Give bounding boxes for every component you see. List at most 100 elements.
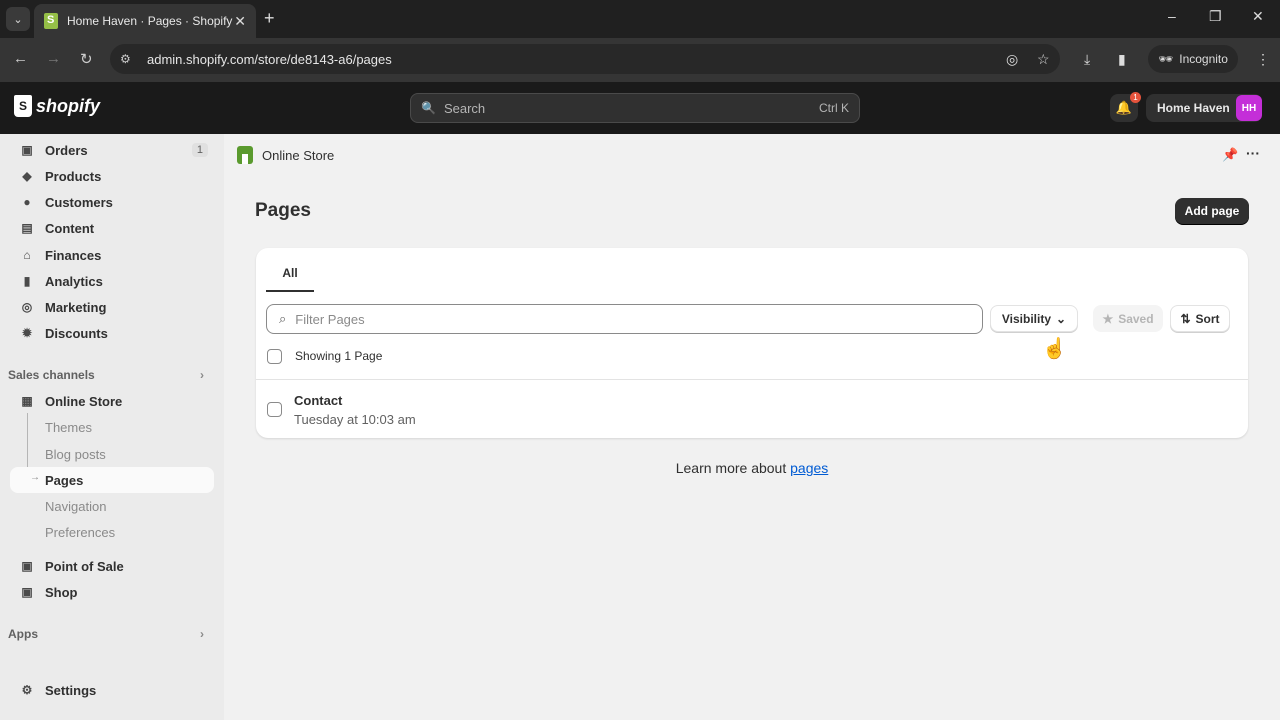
add-page-button[interactable]: Add page bbox=[1175, 198, 1249, 224]
sort-label: Sort bbox=[1195, 311, 1220, 326]
search-icon: 🔍 bbox=[421, 101, 436, 115]
sidebar-item-point-of-sale[interactable]: ▣ Point of Sale bbox=[10, 553, 214, 579]
search-icon: ⌕ bbox=[279, 311, 287, 326]
browser-tab-bar: ⌄ Home Haven · Pages · Shopify ✕ + – ❐ ✕ bbox=[0, 0, 1280, 38]
new-tab-button[interactable]: + bbox=[264, 8, 275, 29]
sidebar-item-label: Online Store bbox=[45, 393, 123, 409]
bookmark-star-icon[interactable]: ☆ bbox=[1037, 51, 1050, 68]
chevron-right-icon: › bbox=[200, 627, 204, 641]
breadcrumb-label: Online Store bbox=[262, 147, 335, 163]
visibility-filter-button[interactable]: Visibility ⌄ bbox=[990, 305, 1078, 332]
tab-title: Home Haven · Pages · Shopify bbox=[67, 14, 233, 28]
sidebar-item-online-store[interactable]: ▦ Online Store bbox=[10, 388, 214, 414]
sidebar-item-finances[interactable]: ⌂ Finances bbox=[10, 242, 214, 268]
url-text[interactable]: admin.shopify.com/store/de8143-a6/pages bbox=[147, 52, 392, 67]
side-panel-icon[interactable]: ▮ bbox=[1118, 51, 1126, 68]
filter-pages-input[interactable]: ⌕ bbox=[266, 304, 983, 334]
sort-button[interactable]: ⇅ Sort bbox=[1170, 305, 1230, 332]
sidebar-item-label: Products bbox=[45, 168, 102, 184]
search-shortcut: Ctrl K bbox=[819, 101, 849, 115]
sidebar-item-orders[interactable]: ▣ Orders 1 bbox=[10, 137, 214, 163]
sidebar-subitem-themes[interactable]: Themes bbox=[10, 414, 214, 440]
admin-search[interactable]: 🔍 Search Ctrl K bbox=[410, 93, 860, 123]
sidebar-item-settings[interactable]: ⚙ Settings bbox=[10, 677, 214, 703]
learn-more-link[interactable]: pages bbox=[790, 460, 828, 476]
sidebar-item-label: Analytics bbox=[45, 273, 103, 289]
sales-channels-header[interactable]: Sales channels › bbox=[8, 368, 212, 382]
tab-close-icon[interactable]: ✕ bbox=[234, 13, 246, 30]
site-settings-icon[interactable]: ⚙ bbox=[120, 52, 131, 66]
person-icon: ● bbox=[23, 195, 31, 209]
sidebar-item-analytics[interactable]: ▮ Analytics bbox=[10, 268, 214, 294]
download-icon[interactable]: ⤓ bbox=[1084, 51, 1090, 68]
target-icon: ◎ bbox=[21, 300, 33, 314]
back-icon[interactable]: ← bbox=[13, 50, 28, 67]
hand-cursor-icon: ☝ bbox=[1042, 338, 1067, 360]
sidebar-item-shop[interactable]: ▣ Shop bbox=[10, 579, 214, 605]
learn-more-text: Learn more about bbox=[675, 460, 791, 476]
saved-view-button[interactable]: ★ Saved bbox=[1093, 305, 1163, 332]
filter-input[interactable] bbox=[295, 311, 982, 327]
browser-tab[interactable]: Home Haven · Pages · Shopify ✕ bbox=[34, 4, 256, 38]
page-title: Pages bbox=[255, 200, 311, 221]
store-icon: ▦ bbox=[21, 394, 33, 408]
sidebar-item-products[interactable]: ◆ Products bbox=[10, 163, 214, 189]
tab-all[interactable]: All bbox=[266, 256, 314, 292]
restore-button[interactable]: ❐ bbox=[1209, 8, 1222, 25]
shopify-bag-icon bbox=[14, 95, 32, 117]
inbox-icon: ▣ bbox=[21, 143, 33, 157]
sidebar-item-label: Point of Sale bbox=[45, 558, 124, 574]
divider bbox=[256, 379, 1248, 380]
section-label: Apps bbox=[8, 627, 38, 641]
incognito-badge[interactable]: 🕶 Incognito bbox=[1148, 45, 1238, 73]
more-options-icon[interactable]: ··· bbox=[1246, 145, 1260, 161]
sidebar-item-discounts[interactable]: ✹ Discounts bbox=[10, 320, 214, 346]
discount-icon: ✹ bbox=[21, 326, 33, 340]
page-row-title[interactable]: Contact bbox=[294, 393, 342, 408]
notifications-button[interactable]: 🔔 1 bbox=[1110, 92, 1141, 122]
shopify-favicon-icon bbox=[44, 13, 58, 29]
orders-count-badge: 1 bbox=[191, 143, 208, 157]
notification-badge: 1 bbox=[1130, 92, 1141, 103]
shopify-logo[interactable]: shopify bbox=[14, 95, 100, 117]
sidebar-item-label: Customers bbox=[45, 194, 113, 210]
pin-icon[interactable]: 📌 bbox=[1222, 147, 1238, 163]
chevron-down-icon: ⌄ bbox=[13, 13, 23, 26]
select-all-checkbox[interactable] bbox=[267, 349, 282, 364]
visibility-label: Visibility bbox=[1001, 311, 1052, 326]
section-label: Sales channels bbox=[8, 368, 95, 382]
store-menu-button[interactable]: Home Haven HH bbox=[1146, 94, 1262, 122]
forward-icon[interactable]: → bbox=[46, 50, 61, 67]
logo-text: shopify bbox=[36, 95, 101, 116]
online-store-icon bbox=[237, 146, 253, 164]
minimize-button[interactable]: – bbox=[1168, 8, 1176, 24]
bar-chart-icon: ▮ bbox=[23, 274, 31, 288]
sidebar-item-label: Content bbox=[45, 220, 95, 236]
sidebar-subitem-preferences[interactable]: Preferences bbox=[10, 519, 214, 545]
image-icon: ▤ bbox=[21, 221, 33, 235]
sidebar-item-label: Marketing bbox=[45, 299, 107, 315]
apps-header[interactable]: Apps › bbox=[8, 627, 212, 641]
sidebar-item-marketing[interactable]: ◎ Marketing bbox=[10, 294, 214, 320]
sort-arrows-icon: ⇅ bbox=[1180, 311, 1191, 326]
reload-icon[interactable]: ↻ bbox=[80, 50, 93, 68]
sidebar-item-customers[interactable]: ● Customers bbox=[10, 189, 214, 215]
eye-off-icon[interactable]: ◎ bbox=[1006, 51, 1018, 68]
close-window-button[interactable]: ✕ bbox=[1252, 8, 1264, 25]
avatar: HH bbox=[1236, 95, 1262, 121]
search-placeholder: Search bbox=[443, 100, 486, 116]
incognito-label: Incognito bbox=[1179, 52, 1228, 66]
browser-menu-icon[interactable]: ⋮ bbox=[1256, 51, 1270, 68]
chevron-down-icon: ⌄ bbox=[1056, 311, 1067, 326]
store-name: Home Haven bbox=[1157, 101, 1230, 115]
tag-icon: ◆ bbox=[22, 169, 32, 183]
pages-card bbox=[256, 248, 1248, 438]
tab-search-dropdown[interactable]: ⌄ bbox=[6, 7, 30, 31]
bell-icon: 🔔 bbox=[1115, 100, 1133, 115]
sidebar-item-label: Settings bbox=[45, 682, 97, 698]
sidebar-item-content[interactable]: ▤ Content bbox=[10, 215, 214, 241]
row-checkbox[interactable] bbox=[267, 402, 282, 417]
sidebar-item-label: Discounts bbox=[45, 325, 108, 341]
breadcrumb[interactable]: Online Store bbox=[237, 146, 334, 164]
sidebar-subitem-navigation[interactable]: Navigation bbox=[10, 493, 214, 519]
